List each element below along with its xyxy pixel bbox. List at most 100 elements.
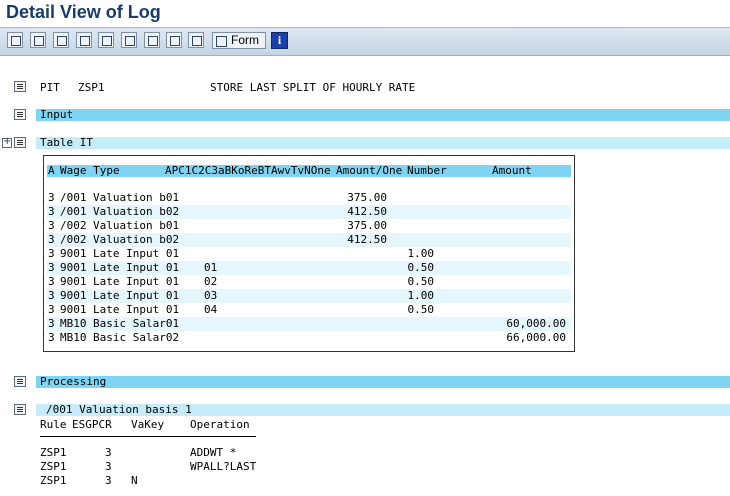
row-number: 0.50	[407, 303, 435, 316]
table-it-grid: A Wage Type APC1C2C3aBKoReBTAwvTvNOne Am…	[43, 155, 575, 352]
row-a: 3	[48, 289, 55, 302]
table-row[interactable]: 3 MB10 Basic Salar01 60,000.00	[47, 317, 571, 331]
row-a: 3	[48, 317, 55, 330]
rule-col: Rule	[40, 418, 67, 431]
row-wage-type: /002	[60, 233, 87, 246]
row-a: 3	[48, 331, 55, 344]
table-it-node-bar[interactable]	[36, 137, 730, 149]
row-wage-type: 9001	[60, 303, 87, 316]
row-number: 1.00	[407, 247, 435, 260]
info-button[interactable]: i	[271, 32, 288, 49]
row-wage-text: Late Input 01	[93, 275, 180, 288]
row-wage-type: /002	[60, 219, 87, 232]
row-wage-type: 9001	[60, 275, 87, 288]
esgpcr-col: ESGPCR	[72, 418, 112, 431]
row-wage-type: 9001	[60, 261, 87, 274]
form-button-label: Form	[231, 33, 259, 47]
table-row[interactable]: 3/002 Valuation b02 412.50	[47, 233, 571, 247]
col-amount: Amount	[492, 164, 532, 177]
table-row[interactable]: 3 9001 Late Input 01 01 0.50	[47, 261, 571, 275]
table-row[interactable]: 3/001 Valuation b02 412.50	[47, 205, 571, 219]
form-button[interactable]: Form	[212, 32, 266, 49]
row-amount: 60,000.00	[506, 317, 566, 330]
proc-vakey: N	[131, 474, 138, 487]
row-amount-one: 412.50	[347, 233, 387, 246]
row-wage-type: /001	[60, 205, 87, 218]
schema-name: ZSP1	[78, 81, 105, 94]
collapse-icon[interactable]	[53, 32, 69, 48]
row-a: 3	[48, 247, 55, 260]
window-title: Detail View of Log	[6, 2, 161, 22]
col-wage-type: Wage Type	[60, 164, 120, 177]
row-wage-text: Late Input 01	[93, 303, 180, 316]
structure-icon[interactable]	[144, 32, 160, 48]
row-wage-text: Late Input 01	[93, 289, 180, 302]
table-row[interactable]: 3 MB10 Basic Salar02 66,000.00	[47, 331, 571, 345]
node-icon[interactable]	[14, 81, 26, 92]
proc-rule: ZSP1	[40, 474, 67, 487]
schema-description: STORE LAST SPLIT OF HOURLY RATE	[210, 81, 416, 94]
row-wage-text: Basic Salar02	[93, 331, 180, 344]
row-number: 1.00	[407, 289, 435, 302]
row-wage-text: Late Input 01	[93, 247, 180, 260]
proc-rule: ZSP1	[40, 446, 67, 459]
compare-icon[interactable]	[166, 32, 182, 48]
title-bar: Detail View of Log	[0, 0, 730, 28]
col-number: Number	[407, 164, 447, 177]
proc-esg: 3	[105, 474, 112, 487]
table-row[interactable]: 3/001 Valuation b01 375.00	[47, 191, 571, 205]
input-node-bar[interactable]	[36, 109, 730, 121]
find-icon[interactable]	[98, 32, 114, 48]
row-wage-type: MB10	[60, 331, 87, 344]
proc-rule: ZSP1	[40, 460, 67, 473]
valuation-node-label: /001 Valuation basis 1	[46, 403, 192, 416]
row-a: 3	[48, 275, 55, 288]
processing-node-bar[interactable]	[36, 376, 730, 388]
row-wage-text: Basic Salar01	[93, 317, 180, 330]
expand-all-icon[interactable]	[7, 32, 23, 48]
copy-icon[interactable]	[188, 32, 204, 48]
application-toolbar: Form i	[0, 28, 730, 56]
proc-operation: ADDWT *	[190, 446, 237, 459]
table-row[interactable]: 3 9001 Late Input 01 03 1.00	[47, 289, 571, 303]
row-amount-one: 375.00	[347, 219, 387, 232]
row-wage-text: Valuation b01	[93, 219, 180, 232]
row-a: 3	[48, 233, 55, 246]
table-row[interactable]: 3 9001 Late Input 01 02 0.50	[47, 275, 571, 289]
operation-col: Operation	[190, 418, 250, 431]
row-wage-text: Valuation b01	[93, 191, 180, 204]
col-amount-one: Amount/One	[336, 164, 403, 177]
row-amount: 66,000.00	[506, 331, 566, 344]
table-row[interactable]: 3 9001 Late Input 01 1.00	[47, 247, 571, 261]
row-a: 3	[48, 205, 55, 218]
table-it-label: Table IT	[40, 136, 93, 149]
proc-esg: 3	[105, 460, 112, 473]
row-wage-type: /001	[60, 191, 87, 204]
row-wage-type: MB10	[60, 317, 87, 330]
pit-label: PIT	[40, 81, 60, 94]
row-wage-text: Late Input 01	[93, 261, 180, 274]
col-apc: APC1C2C3aBKoReBTAwvTvNOne	[165, 164, 331, 177]
input-node-label: Input	[40, 108, 74, 121]
expand-subtree-icon[interactable]	[30, 32, 46, 48]
expand-icon[interactable]	[2, 136, 12, 148]
node-icon[interactable]	[14, 404, 26, 415]
vakey-col: VaKey	[131, 418, 165, 431]
row-c2: 04	[204, 303, 218, 316]
col-a: A	[48, 164, 55, 177]
row-wage-text: Valuation b02	[93, 233, 180, 246]
list-icon[interactable]	[121, 32, 137, 48]
processing-label: Processing	[40, 375, 107, 388]
row-a: 3	[48, 261, 55, 274]
node-icon[interactable]	[14, 376, 26, 387]
table-row[interactable]: 3/002 Valuation b01 375.00	[47, 219, 571, 233]
header-underline	[40, 436, 256, 437]
node-icon[interactable]	[14, 109, 26, 120]
move-up-icon[interactable]	[76, 32, 92, 48]
form-icon	[216, 36, 227, 47]
node-icon[interactable]	[14, 137, 26, 148]
row-amount-one: 412.50	[347, 205, 387, 218]
row-c2: 02	[204, 275, 218, 288]
row-amount-one: 375.00	[347, 191, 387, 204]
table-row[interactable]: 3 9001 Late Input 01 04 0.50	[47, 303, 571, 317]
